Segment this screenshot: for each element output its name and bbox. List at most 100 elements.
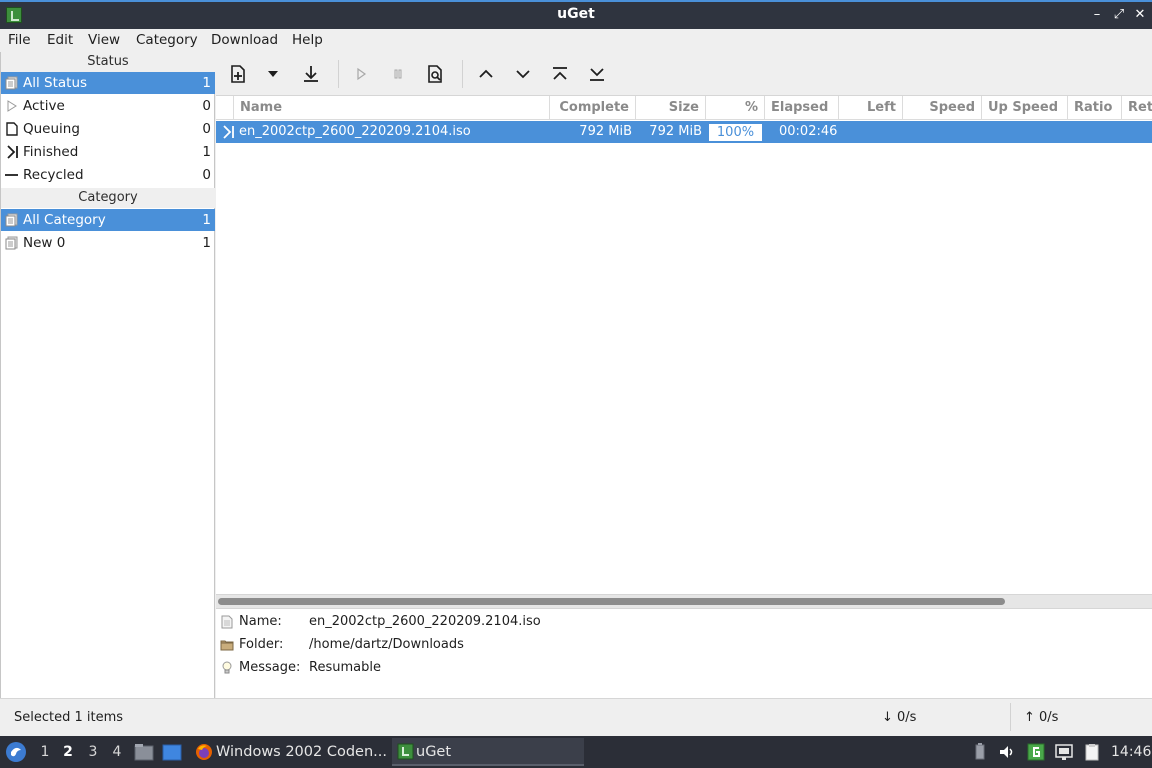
firefox-icon [196,744,212,760]
sidebar: Status All Status 1 Active 0 Queuing 0 F… [0,52,215,698]
chevron-up-icon [479,69,493,78]
workspace-1[interactable]: 1 [36,736,54,768]
chevron-down-icon [516,70,530,79]
sidebar-item-all-status[interactable]: All Status 1 [1,72,215,94]
status-separator [1010,703,1011,731]
window-titlebar: uGet – ⤢ ✕ [0,0,1152,29]
workspace-3[interactable]: 3 [84,736,102,768]
uget-tray-icon[interactable] [1027,743,1045,761]
new-menu-dropdown-button[interactable] [262,63,284,85]
detail-message-row: Message: Resumable [216,657,1152,679]
column-header-percent[interactable]: % [706,96,765,120]
play-icon [7,100,17,112]
detail-name-value: en_2002ctp_2600_220209.2104.iso [309,614,541,629]
detail-message-value: Resumable [309,660,381,675]
sidebar-item-recycled[interactable]: Recycled 0 [1,164,215,186]
properties-button[interactable] [424,63,446,85]
menu-help[interactable]: Help [292,32,323,48]
column-header-name[interactable]: Name [234,96,550,120]
app-menu-icon[interactable] [5,741,27,763]
clipboard-icon[interactable] [1083,743,1101,761]
workspace-4[interactable]: 4 [108,736,126,768]
maximize-icon[interactable]: ⤢ [1110,6,1128,24]
table-header: Name Complete Size % Elapsed Left Speed … [216,96,1152,120]
cell-up-speed [988,121,1068,143]
file-manager-icon[interactable] [134,743,154,761]
sidebar-item-finished[interactable]: Finished 1 [1,141,215,163]
play-icon [357,67,367,81]
move-up-button[interactable] [475,63,497,85]
menu-bar: File Edit View Category Download Help [0,29,1152,52]
lightbulb-icon [222,661,232,674]
new-download-button[interactable] [227,63,249,85]
download-table: Name Complete Size % Elapsed Left Speed … [216,96,1152,594]
move-down-button[interactable] [512,63,534,85]
desktop-icon[interactable] [162,744,182,761]
toolbar [216,52,1152,96]
progress-cell: 100% [708,123,763,142]
column-header-up-speed[interactable]: Up Speed [982,96,1068,120]
column-header-speed[interactable]: Speed [903,96,982,120]
column-header-status[interactable] [216,96,234,120]
status-header: Status [1,52,215,72]
move-bottom-icon [590,68,604,81]
column-header-complete[interactable]: Complete [550,96,636,120]
horizontal-scrollbar[interactable] [216,594,1152,608]
task-firefox[interactable]: Windows 2002 Coden... [192,738,392,766]
column-header-elapsed[interactable]: Elapsed [765,96,839,120]
sidebar-item-new-0[interactable]: New 0 1 [1,232,215,254]
documents-icon [5,236,18,250]
new-document-icon [231,65,245,83]
sidebar-item-queuing[interactable]: Queuing 0 [1,118,215,140]
volume-icon[interactable] [998,743,1016,761]
column-header-size[interactable]: Size [636,96,706,120]
uget-icon [397,743,414,760]
menu-view[interactable]: View [88,32,120,48]
toolbar-separator [338,60,339,88]
taskbar: 1 2 3 4 Windows 2002 Coden... uGet 14:46 [0,736,1152,768]
clock[interactable]: 14:46 [1111,736,1151,768]
menu-edit[interactable]: Edit [47,32,73,48]
menu-download[interactable]: Download [211,32,278,48]
details-panel: Name: en_2002ctp_2600_220209.2104.iso Fo… [216,608,1152,698]
battery-icon[interactable] [971,743,989,761]
download-speed: ↓ 0/s [882,710,917,725]
close-icon[interactable]: ✕ [1131,6,1149,24]
sidebar-item-all-category[interactable]: All Category 1 [1,209,215,231]
column-header-ratio[interactable]: Ratio [1068,96,1122,120]
detail-folder-row: Folder: /home/dartz/Downloads [216,634,1152,656]
window-title: uGet [557,6,595,22]
move-top-button[interactable] [549,63,571,85]
menu-category[interactable]: Category [136,32,198,48]
move-top-icon [553,67,567,80]
cell-speed [903,121,978,143]
documents-icon [5,213,18,227]
cell-left [839,121,899,143]
column-header-retry[interactable]: Ret [1122,96,1152,120]
resume-button[interactable] [350,63,372,85]
cell-complete: 792 MiB [579,124,632,139]
network-icon[interactable] [1055,743,1073,761]
document-search-icon [428,65,442,83]
menu-file[interactable]: File [8,32,31,48]
finished-icon [223,125,234,139]
table-row[interactable]: en_2002ctp_2600_220209.2104.iso 792 MiB … [216,121,1152,143]
task-uget[interactable]: uGet [392,738,584,766]
move-bottom-button[interactable] [586,63,608,85]
selection-status: Selected 1 items [14,710,124,725]
file-icon [221,615,233,629]
pause-button[interactable] [387,63,409,85]
documents-icon [5,76,18,90]
scrollbar-thumb[interactable] [218,598,1005,605]
cell-name: en_2002ctp_2600_220209.2104.iso [239,124,471,139]
toolbar-separator [462,60,463,88]
detail-folder-value: /home/dartz/Downloads [309,637,464,652]
workspace-2[interactable]: 2 [59,736,77,768]
category-header: Category [1,188,215,208]
column-header-left[interactable]: Left [839,96,903,120]
minimize-icon[interactable]: – [1088,6,1106,24]
cell-size: 792 MiB [649,124,702,139]
document-icon [6,122,18,136]
sidebar-item-active[interactable]: Active 0 [1,95,215,117]
save-download-button[interactable] [300,63,322,85]
